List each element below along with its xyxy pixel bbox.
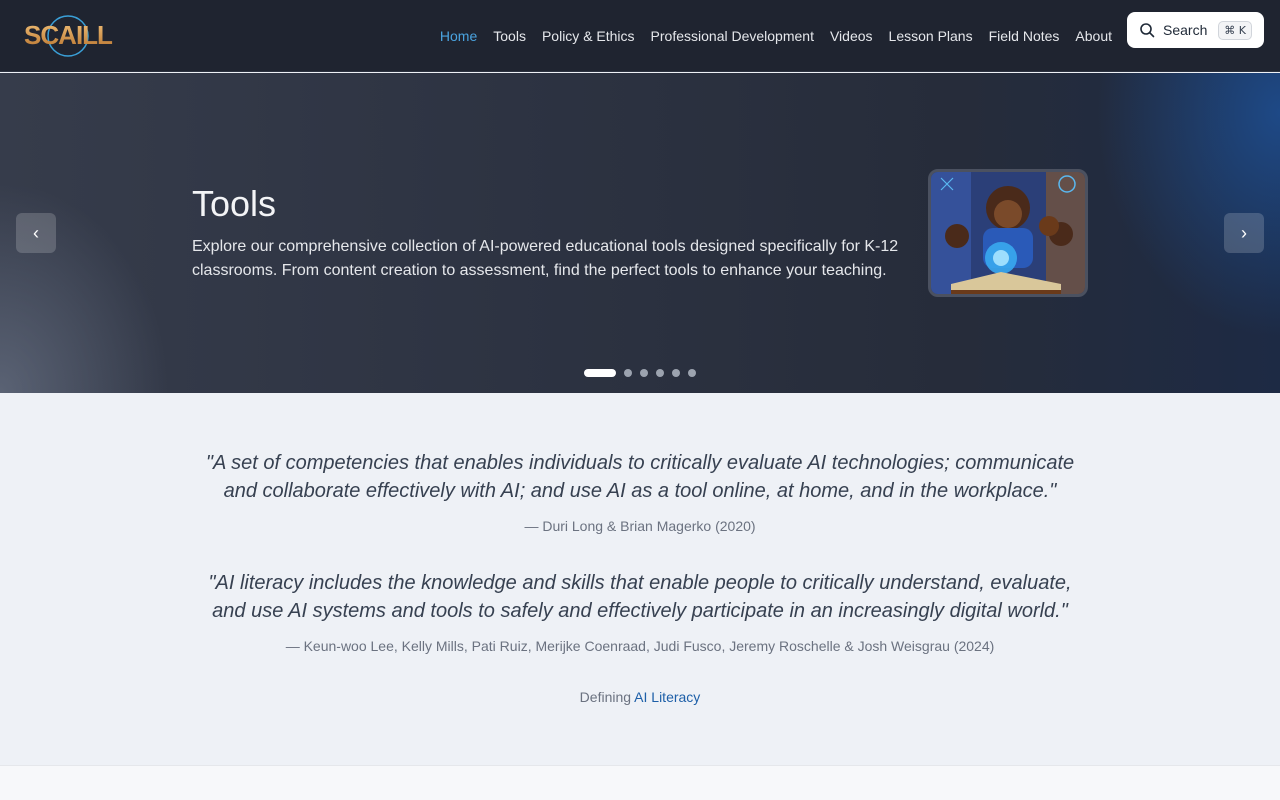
carousel-dot-4[interactable] [656, 369, 664, 377]
defining-prefix: Defining [579, 689, 632, 705]
nav-policy-ethics[interactable]: Policy & Ethics [542, 28, 635, 44]
site-header: SCAILL Home Tools Policy & Ethics Profes… [0, 0, 1280, 72]
carousel-dot-6[interactable] [688, 369, 696, 377]
nav-home[interactable]: Home [440, 28, 477, 44]
ai-literacy-quotes: "A set of competencies that enables indi… [0, 393, 1280, 765]
main-nav: Home Tools Policy & Ethics Professional … [440, 0, 1112, 72]
slide-image [928, 169, 1088, 297]
carousel-dot-5[interactable] [672, 369, 680, 377]
search-icon [1140, 23, 1155, 38]
chevron-left-icon: ‹ [33, 222, 39, 243]
svg-text:SCAILL: SCAILL [24, 20, 113, 50]
search-button[interactable]: Search ⌘ K [1127, 12, 1264, 48]
nav-tools[interactable]: Tools [493, 28, 526, 44]
next-section [0, 765, 1280, 800]
carousel-prev-button[interactable]: ‹ [16, 213, 56, 253]
slide-description: Explore our comprehensive collection of … [192, 238, 899, 279]
nav-field-notes[interactable]: Field Notes [989, 28, 1060, 44]
defining-ai-literacy: Defining AI Literacy [0, 689, 1280, 705]
quote-text: "AI literacy includes the knowledge and … [208, 572, 1072, 622]
search-shortcut: ⌘ K [1218, 20, 1252, 40]
quote-citation: — Keun-woo Lee, Kelly Mills, Pati Ruiz, … [285, 638, 995, 654]
carousel-dot-3[interactable] [640, 369, 648, 377]
quote-citation: — Duri Long & Brian Magerko (2020) [524, 518, 756, 534]
search-label: Search [1163, 22, 1208, 38]
nav-videos[interactable]: Videos [830, 28, 873, 44]
carousel-dot-1[interactable] [584, 369, 616, 377]
nav-lesson-plans[interactable]: Lesson Plans [889, 28, 973, 44]
nav-about[interactable]: About [1075, 28, 1112, 44]
carousel-next-button[interactable]: › [1224, 213, 1264, 253]
chevron-right-icon: › [1241, 222, 1247, 243]
quote-text: "A set of competencies that enables indi… [205, 452, 1075, 502]
nav-professional-development[interactable]: Professional Development [651, 28, 814, 44]
ai-literacy-link[interactable]: AI Literacy [634, 689, 700, 705]
scaill-logo[interactable]: SCAILL [16, 12, 120, 60]
carousel-dot-2[interactable] [624, 369, 632, 377]
slide-title: Tools [192, 183, 277, 224]
carousel-indicators [584, 369, 696, 377]
hero-carousel: ‹ Tools Explore our comprehensive collec… [0, 73, 1280, 393]
